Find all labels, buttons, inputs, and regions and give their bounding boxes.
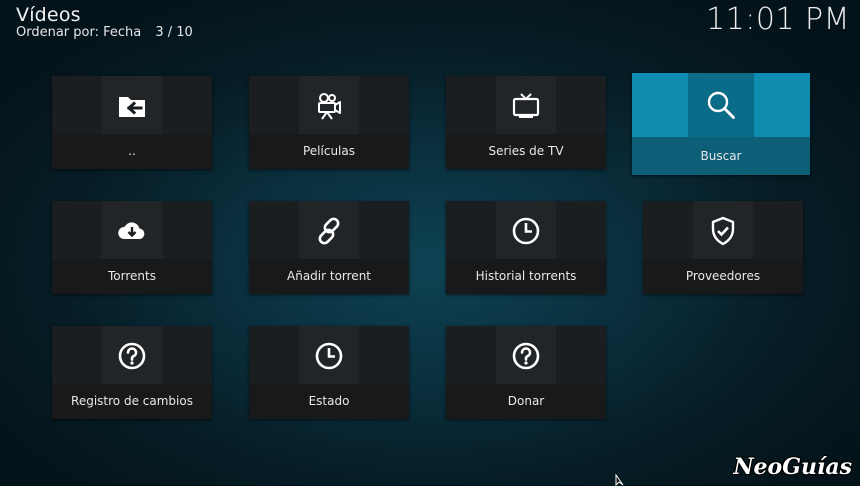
tile-label: Estado — [308, 394, 350, 408]
shield-check-icon — [711, 216, 735, 246]
tile-estado[interactable]: Estado — [249, 326, 409, 419]
link-icon — [318, 217, 340, 245]
tile-label: .. — [128, 144, 136, 158]
question-icon — [512, 342, 540, 370]
tile-label: Torrents — [108, 269, 156, 283]
tile-anadir-torrent[interactable]: Añadir torrent — [249, 201, 409, 294]
tile-historial-torrents[interactable]: Historial torrents — [446, 201, 606, 294]
tile-buscar[interactable]: Buscar — [632, 73, 810, 175]
tile-label: Series de TV — [488, 144, 564, 158]
mouse-cursor-icon — [615, 474, 624, 486]
tile-series-tv[interactable]: Series de TV — [446, 76, 606, 169]
watermark: NeoGuías — [733, 454, 852, 480]
tile-label: Películas — [302, 144, 355, 158]
tile-registro-cambios[interactable]: Registro de cambios — [52, 326, 212, 419]
clock-icon — [315, 342, 343, 370]
tile-label: Añadir torrent — [287, 269, 371, 283]
menu-grid: .. Películas Series de TV Buscar Torrent… — [0, 0, 860, 484]
tile-donar[interactable]: Donar — [446, 326, 606, 419]
tile-label: Buscar — [700, 149, 742, 163]
tile-proveedores[interactable]: Proveedores — [643, 201, 803, 294]
tile-peliculas[interactable]: Películas — [249, 76, 409, 169]
tile-parent-folder[interactable]: .. — [52, 76, 212, 169]
tile-label: Donar — [507, 394, 545, 408]
tile-label: Historial torrents — [475, 269, 577, 283]
tile-label: Proveedores — [685, 269, 761, 283]
tv-icon — [512, 93, 540, 118]
question-icon — [118, 342, 146, 370]
search-icon — [707, 91, 735, 119]
tile-label: Registro de cambios — [71, 394, 193, 408]
cloud-download-icon — [118, 222, 145, 239]
clock-icon — [512, 217, 540, 245]
movie-camera-icon — [318, 93, 341, 120]
tile-torrents[interactable]: Torrents — [52, 201, 212, 294]
folder-back-icon — [119, 97, 145, 117]
